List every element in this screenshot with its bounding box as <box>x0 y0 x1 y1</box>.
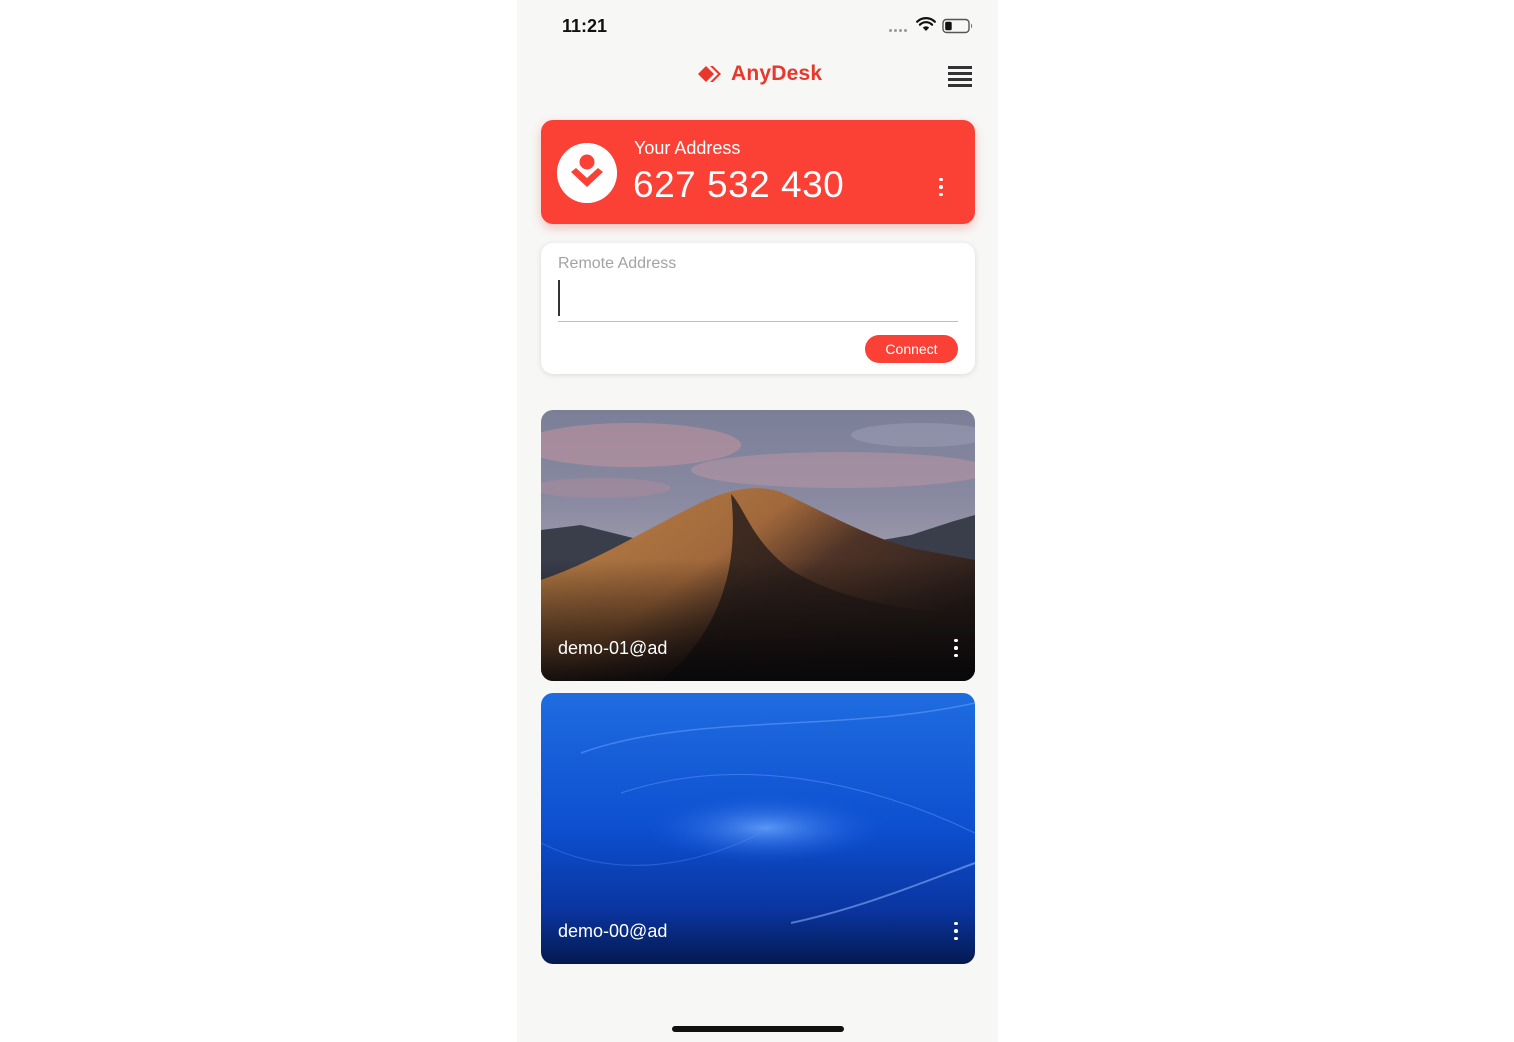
address-more-icon[interactable] <box>931 172 951 202</box>
session-more-icon[interactable] <box>946 916 966 946</box>
your-address-card: Your Address 627 532 430 <box>541 120 975 224</box>
user-badge-icon <box>557 143 617 203</box>
your-address-number: 627 532 430 <box>633 164 845 205</box>
session-name: demo-01@ad <box>558 638 668 658</box>
remote-address-label: Remote Address <box>558 255 677 272</box>
home-indicator[interactable] <box>672 1026 844 1032</box>
status-time: 11:21 <box>562 16 608 36</box>
remote-address-card: Remote Address Connect <box>541 243 975 374</box>
hamburger-menu-icon[interactable] <box>948 66 972 90</box>
remote-address-input[interactable] <box>558 277 958 322</box>
app-logo: AnyDesk <box>698 62 822 86</box>
phone-screen: 11:21 AnyDesk Your Address 627 532 430 R… <box>517 0 998 1042</box>
text-caret <box>558 280 560 316</box>
your-address-label: Your Address <box>634 138 741 158</box>
signal-dots-icon <box>889 29 907 32</box>
session-name: demo-00@ad <box>558 921 668 941</box>
session-card[interactable]: demo-00@ad <box>541 693 975 964</box>
wifi-icon <box>916 17 936 31</box>
app-name: AnyDesk <box>731 62 823 85</box>
session-card[interactable]: demo-01@ad <box>541 410 975 681</box>
anydesk-diamond-icon <box>698 66 721 82</box>
session-more-icon[interactable] <box>946 633 966 663</box>
connect-button[interactable]: Connect <box>865 335 958 363</box>
battery-icon <box>942 18 973 34</box>
